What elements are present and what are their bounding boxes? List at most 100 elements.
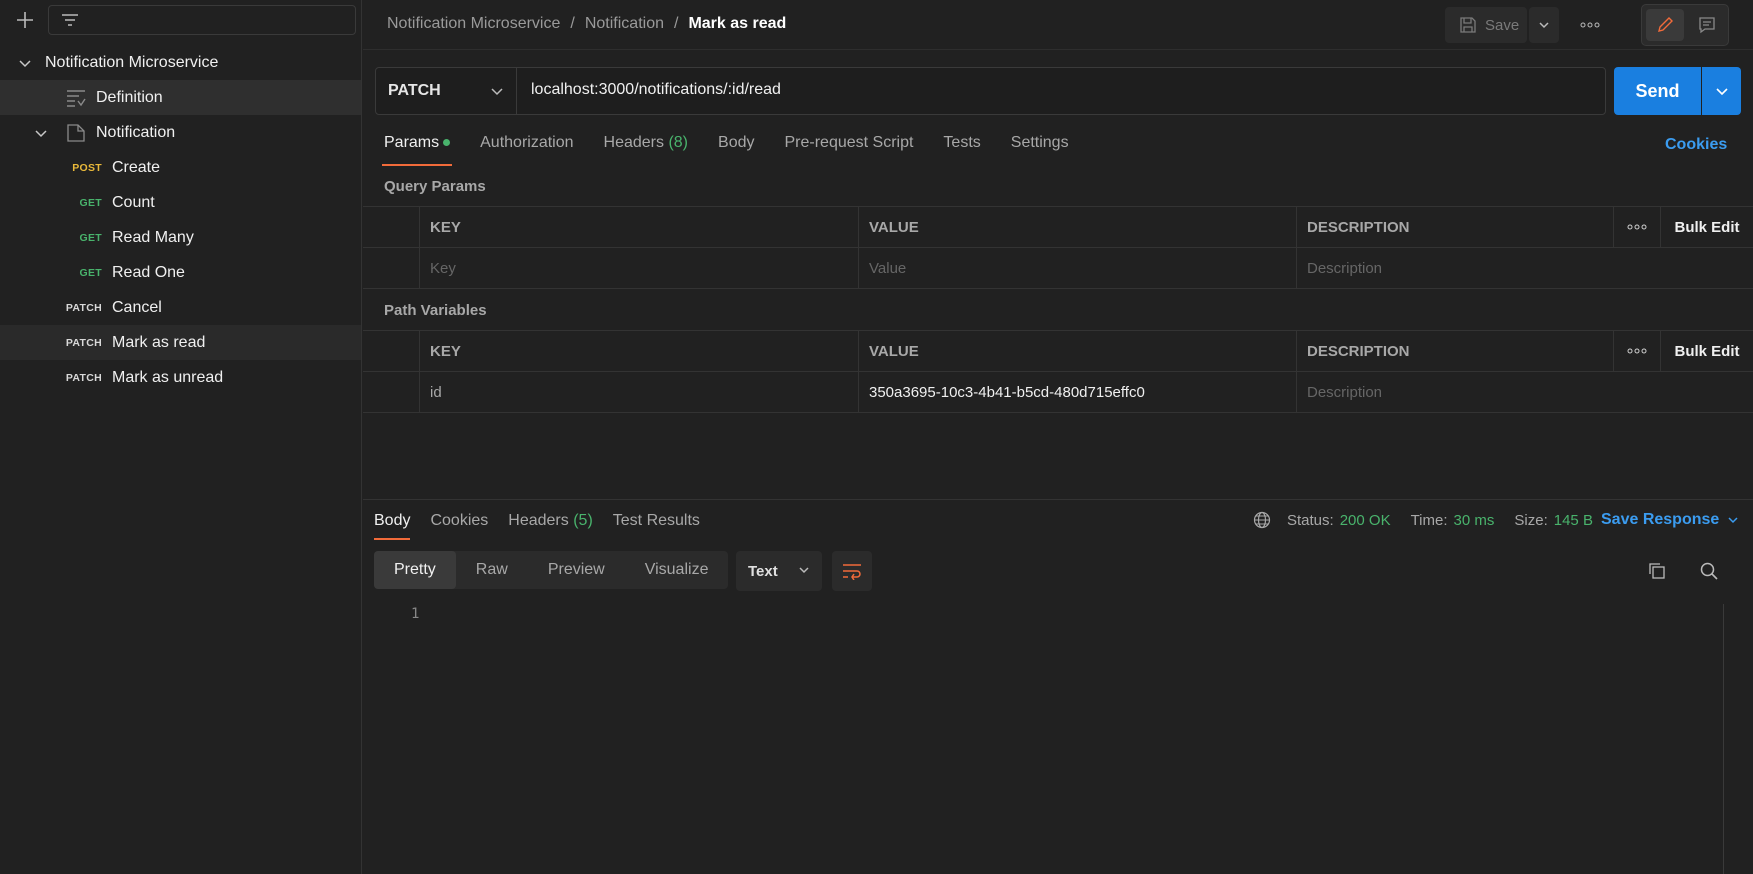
format-visualize[interactable]: Visualize bbox=[625, 551, 729, 589]
request-mark-as-unread[interactable]: PATCH Mark as unread bbox=[0, 360, 361, 395]
path-variables-title: Path Variables bbox=[384, 302, 487, 319]
table-row: Key Value Description bbox=[363, 248, 1753, 289]
format-preview[interactable]: Preview bbox=[528, 551, 625, 589]
table-header-row: KEY VALUE DESCRIPTION Bulk Edit bbox=[363, 331, 1753, 372]
sidebar-filter-input[interactable] bbox=[48, 5, 356, 35]
description-input[interactable]: Description bbox=[1296, 372, 1753, 412]
request-count[interactable]: GET Count bbox=[0, 185, 361, 220]
tab-pre-request-script[interactable]: Pre-request Script bbox=[784, 134, 913, 166]
search-icon[interactable] bbox=[1699, 561, 1719, 581]
request-cancel[interactable]: PATCH Cancel bbox=[0, 290, 361, 325]
chevron-down-icon bbox=[1727, 514, 1739, 526]
pencil-icon bbox=[1656, 16, 1674, 34]
tab-response-body[interactable]: Body bbox=[374, 512, 411, 540]
comments-button[interactable] bbox=[1688, 9, 1726, 41]
request-read-many[interactable]: GET Read Many bbox=[0, 220, 361, 255]
tab-tests[interactable]: Tests bbox=[943, 134, 980, 166]
method-select-value: PATCH bbox=[388, 82, 441, 99]
tab-label: Test Results bbox=[612, 512, 700, 529]
column-header-key: KEY bbox=[419, 331, 859, 371]
tab-response-cookies[interactable]: Cookies bbox=[430, 512, 488, 540]
folder-icon bbox=[66, 123, 86, 143]
breadcrumb-separator: / bbox=[674, 15, 679, 32]
chevron-down-icon bbox=[1538, 19, 1550, 31]
method-badge: POST bbox=[72, 161, 102, 174]
send-options-button[interactable] bbox=[1702, 67, 1741, 115]
save-button[interactable]: Save bbox=[1445, 7, 1527, 43]
wrap-icon bbox=[842, 562, 862, 580]
sidebar-toolbar bbox=[0, 0, 361, 40]
cookies-link[interactable]: Cookies bbox=[1665, 136, 1727, 154]
response-tabs: Body Cookies Headers (5) Test Results bbox=[374, 512, 720, 542]
chevron-down-icon bbox=[1715, 84, 1729, 98]
tree-item-definition[interactable]: Definition bbox=[0, 80, 361, 115]
send-button[interactable]: Send bbox=[1614, 67, 1701, 115]
more-icon bbox=[1627, 348, 1647, 354]
headers-count: (5) bbox=[573, 512, 593, 529]
response-scrollbar[interactable] bbox=[1723, 604, 1737, 874]
description-input[interactable]: Description bbox=[1296, 248, 1753, 288]
method-badge: GET bbox=[79, 196, 102, 209]
method-select[interactable]: PATCH bbox=[376, 68, 517, 114]
key-input[interactable]: Key bbox=[419, 248, 859, 288]
pane-divider[interactable] bbox=[363, 499, 1753, 500]
column-options-button[interactable] bbox=[1613, 331, 1660, 371]
language-select[interactable]: Text bbox=[736, 551, 822, 591]
save-response-button[interactable]: Save Response bbox=[1601, 511, 1739, 529]
tab-authorization[interactable]: Authorization bbox=[480, 134, 573, 166]
status-value[interactable]: 200 OK bbox=[1340, 512, 1391, 529]
breadcrumb-folder[interactable]: Notification bbox=[585, 15, 664, 33]
more-options-button[interactable] bbox=[1575, 13, 1605, 37]
edit-mode-button[interactable] bbox=[1646, 9, 1684, 41]
query-params-title: Query Params bbox=[384, 178, 486, 195]
wrap-lines-button[interactable] bbox=[832, 551, 872, 591]
tab-response-headers[interactable]: Headers (5) bbox=[508, 512, 593, 540]
tab-test-results[interactable]: Test Results bbox=[613, 512, 700, 540]
sidebar: Notification Microservice Definition Not… bbox=[0, 0, 362, 874]
save-icon bbox=[1459, 16, 1477, 34]
time-value[interactable]: 30 ms bbox=[1454, 512, 1495, 529]
chevron-down-icon bbox=[798, 564, 810, 576]
bulk-edit-button[interactable]: Bulk Edit bbox=[1660, 207, 1753, 247]
save-options-button[interactable] bbox=[1529, 7, 1559, 43]
tab-label: Body bbox=[374, 512, 411, 529]
format-raw[interactable]: Raw bbox=[456, 551, 528, 589]
plus-icon[interactable] bbox=[14, 9, 36, 31]
tab-headers[interactable]: Headers (8) bbox=[604, 134, 689, 166]
collection-notification-microservice[interactable]: Notification Microservice bbox=[0, 45, 361, 80]
chevron-down-icon[interactable] bbox=[34, 126, 48, 140]
tab-label: Body bbox=[718, 134, 755, 151]
tab-settings[interactable]: Settings bbox=[1011, 134, 1069, 166]
size-label: Size: bbox=[1514, 511, 1548, 529]
breadcrumb-separator: / bbox=[570, 15, 575, 32]
tree-item-label: Definition bbox=[96, 88, 163, 106]
column-header-description: DESCRIPTION bbox=[1296, 207, 1613, 247]
request-create[interactable]: POST Create bbox=[0, 150, 361, 185]
value-input[interactable]: 350a3695-10c3-4b41-b5cd-480d715effc0 bbox=[858, 372, 1296, 412]
value-input[interactable]: Value bbox=[858, 248, 1296, 288]
copy-icon[interactable] bbox=[1647, 561, 1667, 581]
tab-label: Authorization bbox=[480, 134, 574, 151]
table-header-row: KEY VALUE DESCRIPTION Bulk Edit bbox=[363, 207, 1753, 248]
request-label: Mark as read bbox=[112, 333, 206, 351]
tab-label: Pre-request Script bbox=[784, 134, 914, 151]
method-badge: GET bbox=[79, 266, 102, 279]
folder-notification[interactable]: Notification bbox=[0, 115, 361, 150]
size-value[interactable]: 145 B bbox=[1554, 512, 1593, 529]
url-input[interactable]: localhost:3000/notifications/:id/read bbox=[531, 81, 781, 99]
bulk-edit-button[interactable]: Bulk Edit bbox=[1660, 331, 1753, 371]
query-params-table: KEY VALUE DESCRIPTION Bulk Edit Key Valu… bbox=[363, 206, 1753, 289]
request-mark-as-read[interactable]: PATCH Mark as read bbox=[0, 325, 361, 360]
view-mode-toggle bbox=[1641, 4, 1729, 46]
breadcrumb-collection[interactable]: Notification Microservice bbox=[387, 15, 560, 33]
column-options-button[interactable] bbox=[1613, 207, 1660, 247]
tab-body[interactable]: Body bbox=[718, 134, 754, 166]
globe-icon[interactable] bbox=[1253, 511, 1271, 529]
chevron-down-icon bbox=[490, 84, 504, 98]
request-read-one[interactable]: GET Read One bbox=[0, 255, 361, 290]
column-header-key: KEY bbox=[419, 207, 859, 247]
chevron-down-icon[interactable] bbox=[18, 56, 32, 70]
page-title[interactable]: Mark as read bbox=[688, 15, 786, 33]
format-pretty[interactable]: Pretty bbox=[374, 551, 456, 589]
tab-params[interactable]: Params bbox=[381, 134, 453, 166]
